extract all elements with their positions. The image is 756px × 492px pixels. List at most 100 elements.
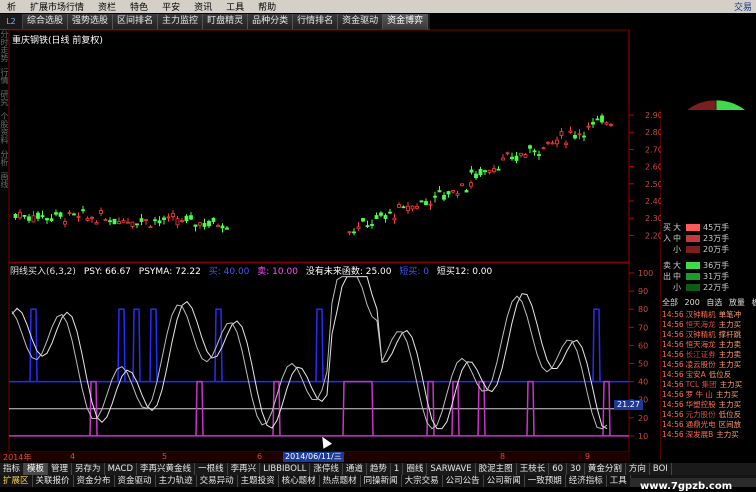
extension-button[interactable]: 主题投资 (238, 475, 279, 487)
candle-body (139, 218, 144, 222)
filter-board[interactable]: 板 (751, 298, 756, 307)
extension-button[interactable]: 资金分布 (74, 475, 115, 487)
tick-signal: 主力买 (719, 380, 743, 389)
indicator-frame (8, 262, 630, 453)
indicator-name[interactable]: 阴线买入(6,3,2) (10, 267, 76, 277)
candle-body (469, 182, 473, 187)
tick-row[interactable]: 14:56 TCL 集团 主力买 (662, 379, 756, 389)
extension-button[interactable]: 扩展区 (0, 475, 33, 487)
candle-body (202, 223, 207, 227)
extension-button[interactable]: 同操新闻 (361, 475, 402, 487)
extension-button[interactable]: 经济指标 (566, 475, 607, 487)
indicator-button[interactable]: 圈线 (403, 463, 428, 475)
tick-row[interactable]: 14:56 深发展B 主力买 (662, 429, 756, 439)
candle-body (586, 125, 591, 128)
buy-signal-bar (132, 308, 141, 382)
extension-button[interactable]: 核心题材 (279, 475, 320, 487)
indicator-button[interactable]: SARWAVE (427, 463, 476, 475)
price-frame (8, 29, 630, 263)
indicator-button[interactable]: 李再兴 (228, 463, 261, 475)
candle-body (474, 173, 478, 179)
candle-body (144, 219, 148, 221)
indicator-button[interactable]: 李再兴黄金线 (137, 463, 196, 475)
indicator-button[interactable]: 通道 (343, 463, 367, 475)
tick-stock: 罗 牛 山 (685, 390, 713, 399)
indicator-button[interactable]: 模板 (24, 463, 49, 475)
small-out-swatch (686, 284, 700, 291)
tick-row[interactable]: 14:56 恒天海龙 主力卖 (662, 339, 756, 349)
candle-body (166, 216, 171, 219)
extension-button[interactable]: 公司新闻 (484, 475, 525, 487)
indicator-button[interactable]: 胶泥主图 (476, 463, 517, 475)
extension-button[interactable]: 关联报价 (33, 475, 74, 487)
small-in-swatch (686, 246, 700, 253)
candle-body (383, 215, 388, 219)
indicator-button[interactable]: MACD (105, 463, 138, 475)
indicator-button[interactable]: 王枝长 (517, 463, 550, 475)
tick-time: 14:56 (662, 420, 684, 429)
psy-value: PSY: 66.67 (83, 267, 131, 277)
chart-title: 重庆钢铁(日线 前复权) (12, 36, 103, 46)
candle-body (460, 183, 464, 187)
indicator-button[interactable]: 涨停线 (310, 463, 343, 475)
tick-row[interactable]: 14:56 罗 牛 山主力买 (662, 389, 756, 399)
candle-body (483, 170, 487, 173)
tick-time: 14:56 (662, 320, 684, 329)
tick-row[interactable]: 14:56 汉钟精机 撑杆跳 (662, 329, 756, 339)
extension-button[interactable]: 主力轨迹 (156, 475, 197, 487)
candle-body (582, 135, 586, 138)
extension-button[interactable]: 一致预期 (525, 475, 566, 487)
filter-all[interactable]: 全部 (662, 298, 678, 307)
tick-row[interactable]: 14:56 长江证券 主力卖 (662, 349, 756, 359)
sell-value: 卖: 10.00 (257, 267, 298, 277)
candle-body (94, 222, 99, 225)
date-label: 4 (70, 452, 76, 461)
indicator-button[interactable]: 一根线 (195, 463, 228, 475)
tick-row[interactable]: 14:56 宝安A 低位反 (662, 369, 756, 379)
extension-button[interactable]: 热点题材 (320, 475, 361, 487)
candle-body (568, 130, 573, 133)
indicator-button[interactable]: BOI (650, 463, 672, 475)
indicator-button[interactable]: 方向 (626, 463, 650, 475)
candle-body (437, 190, 442, 193)
candle-body (135, 223, 139, 226)
indicator-button[interactable]: 指标 (0, 463, 25, 475)
candle-body (595, 118, 600, 121)
tick-signal: 低位反 (708, 370, 732, 379)
tick-row[interactable]: 14:56 通鼎光电 区间放 (662, 419, 756, 429)
indicator-button[interactable]: 趋势 (367, 463, 391, 475)
indicator-button[interactable]: 管理 (48, 463, 73, 475)
date-label: 2014年 (3, 453, 32, 462)
tick-row[interactable]: 14:56 汉钟精机 单笔冲 (662, 309, 756, 319)
extension-button[interactable]: 大宗交易 (402, 475, 443, 487)
candle-body (546, 141, 550, 144)
buy-signal-bar (149, 308, 158, 382)
candle-body (184, 215, 189, 222)
tick-time: 14:56 (662, 360, 684, 369)
extension-button[interactable]: 资金驱动 (115, 475, 156, 487)
indicator-button[interactable]: 60 (549, 463, 568, 475)
extension-button[interactable]: 交易异动 (197, 475, 238, 487)
indicator-button[interactable]: 黄金分割 (585, 463, 626, 475)
candle-body (45, 218, 49, 221)
filter-volume[interactable]: 放量 (729, 298, 745, 307)
tick-row[interactable]: 14:56 元力股份 低位反 (662, 409, 756, 419)
indicator-button[interactable]: 30 (567, 463, 585, 475)
extension-button[interactable]: 工具 (607, 475, 631, 487)
tick-row[interactable]: 14:56 华塑控股 主力买 (662, 399, 756, 409)
candle-body (442, 195, 446, 200)
indicator-toolbar: 指标 模板 管理 另存为 MACD 李再兴黄金线 一根线 李再兴 LIBBIBOLL 涨停线 通道趋… (0, 463, 756, 475)
indicator-button[interactable]: LIBBIBOLL (260, 463, 311, 475)
indicator-button[interactable]: 另存为 (72, 463, 105, 475)
extension-button[interactable]: 公司公告 (443, 475, 484, 487)
tick-row[interactable]: 14:56 凌云股份 主力买 (662, 359, 756, 369)
candle-body (537, 154, 541, 156)
tick-row[interactable]: 14:56 恒天海龙 主力买 (662, 319, 756, 329)
big-out-swatch (686, 262, 700, 269)
tick-list: 14:56 汉钟精机 单笔冲 14:56 恒天海龙 主力买 14:56 汉钟精机 撑杆跳 14:5… (662, 309, 756, 439)
tick-signal: 主力买 (718, 400, 742, 409)
indicator-button[interactable]: 1 (391, 463, 404, 475)
chart-canvas[interactable]: 2.902.802.702.602.502.402.302.20 100 90 80… (0, 0, 756, 487)
candle-body (424, 201, 428, 206)
filter-watchlist[interactable]: 自选 (706, 298, 722, 307)
